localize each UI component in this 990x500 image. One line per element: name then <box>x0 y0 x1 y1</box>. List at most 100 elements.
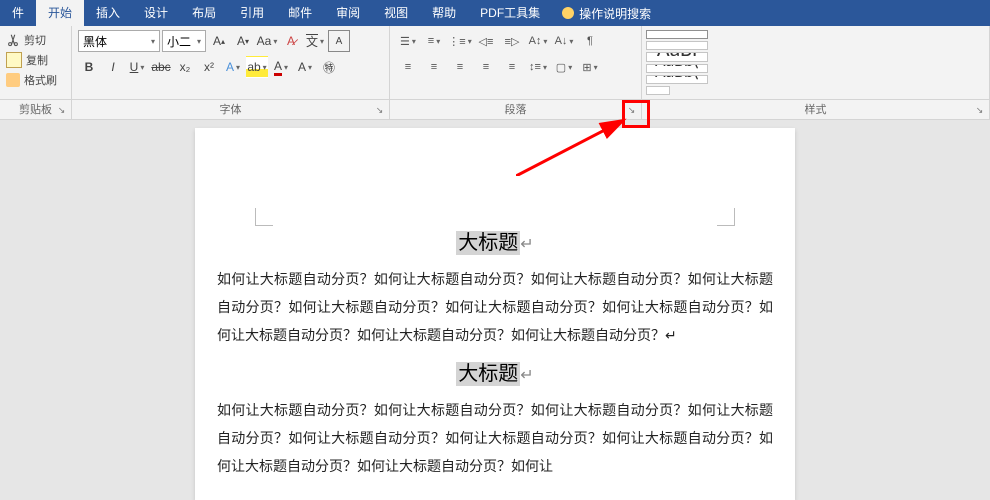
bold-button[interactable]: B <box>78 56 100 78</box>
numbering-button[interactable]: ≡ <box>422 30 446 52</box>
annotation-arrow <box>516 116 636 176</box>
distributed-button[interactable]: ≡ <box>500 56 524 78</box>
styles-group: AaBbCcD ↵正文 AaBbCcD ↵无间隔 AaBl 标题 1 AaBb(… <box>642 26 990 99</box>
document-page[interactable]: 大标题↵ 如何让大标题自动分页？如何让大标题自动分页？如何让大标题自动分页？如何… <box>195 128 795 500</box>
highlight-button[interactable]: ab <box>246 56 268 78</box>
tab-pdf-tools[interactable]: PDF工具集 <box>468 0 552 26</box>
font-size-select[interactable]: 小二 ▾ <box>162 30 206 52</box>
font-group: 黑体 ▾ 小二 ▾ A▴ A▾ Aa A̷ 文 A B I U abc x₂ x… <box>72 26 390 99</box>
tell-me-search[interactable]: 操作说明搜索 <box>552 5 661 22</box>
copy-button[interactable]: 复制 <box>6 50 65 70</box>
multilevel-list-button[interactable]: ⋮≡ <box>448 30 472 52</box>
align-left-button[interactable]: ≡ <box>396 56 420 78</box>
format-painter-button[interactable]: 格式刷 <box>6 70 65 90</box>
italic-button[interactable]: I <box>102 56 124 78</box>
font-family-value: 黑体 <box>83 33 107 50</box>
clipboard-group: 剪切 复制 格式刷 <box>0 26 72 99</box>
heading-1[interactable]: 大标题↵ <box>217 226 773 255</box>
ribbon-tabs: 件 开始 插入 设计 布局 引用 邮件 审阅 视图 帮助 PDF工具集 操作说明… <box>0 0 990 26</box>
tab-help[interactable]: 帮助 <box>420 0 468 26</box>
document-canvas[interactable]: 大标题↵ 如何让大标题自动分页？如何让大标题自动分页？如何让大标题自动分页？如何… <box>0 120 990 500</box>
lightbulb-icon <box>562 7 574 19</box>
show-marks-button[interactable]: ¶ <box>578 30 602 52</box>
justify-button[interactable]: ≡ <box>474 56 498 78</box>
tab-view[interactable]: 视图 <box>372 0 420 26</box>
style-sample: Aa <box>650 86 667 92</box>
decrease-indent-button[interactable]: ◁≡ <box>474 30 498 52</box>
style-sample: AaBbCcD <box>647 30 706 36</box>
shrink-font-button[interactable]: A▾ <box>232 30 254 52</box>
align-center-button[interactable]: ≡ <box>422 56 446 78</box>
styles-dialog-launcher[interactable]: ↘ <box>972 102 987 117</box>
margin-corner-icon <box>717 208 735 226</box>
clear-formatting-button[interactable]: A̷ <box>280 30 302 52</box>
style-title[interactable]: AaBb( 标题 <box>646 75 708 84</box>
tab-design[interactable]: 设计 <box>132 0 180 26</box>
tab-references[interactable]: 引用 <box>228 0 276 26</box>
underline-button[interactable]: U <box>126 56 148 78</box>
style-normal[interactable]: AaBbCcD ↵正文 <box>646 30 708 39</box>
clipboard-group-label: 剪贴板 ↘ <box>0 100 72 119</box>
scissors-icon <box>6 33 20 47</box>
tab-file[interactable]: 件 <box>0 0 36 26</box>
heading-text: 大标题 <box>456 362 520 386</box>
style-sample: AaBbCcD <box>647 41 706 47</box>
tab-insert[interactable]: 插入 <box>84 0 132 26</box>
copy-icon <box>6 52 22 68</box>
tab-mailings[interactable]: 邮件 <box>276 0 324 26</box>
phonetic-guide-button[interactable]: 文 <box>304 30 326 52</box>
align-right-button[interactable]: ≡ <box>448 56 472 78</box>
brush-icon <box>6 73 20 87</box>
change-case-button[interactable]: Aa <box>256 30 278 52</box>
clipboard-dialog-launcher[interactable]: ↘ <box>54 102 69 117</box>
borders-button[interactable]: ⊞ <box>578 56 602 78</box>
character-border-button[interactable]: A <box>328 30 350 52</box>
sort-button[interactable]: A↓ <box>552 30 576 52</box>
tell-me-label: 操作说明搜索 <box>579 5 651 22</box>
body-paragraph-1[interactable]: 如何让大标题自动分页？如何让大标题自动分页？如何让大标题自动分页？如何让大标题自… <box>217 265 773 349</box>
paragraph-group: ☰ ≡ ⋮≡ ◁≡ ≡▷ A↕ A↓ ¶ ≡ ≡ ≡ ≡ ≡ ↕≡ ▢ ⊞ <box>390 26 642 99</box>
chevron-down-icon: ▾ <box>151 37 155 46</box>
heading-2[interactable]: 大标题↵ <box>217 357 773 386</box>
font-color-button[interactable]: A <box>270 56 292 78</box>
style-label: 副 <box>653 93 663 95</box>
line-spacing-button[interactable]: ↕≡ <box>526 56 550 78</box>
font-family-select[interactable]: 黑体 ▾ <box>78 30 160 52</box>
style-no-spacing[interactable]: AaBbCcD ↵无间隔 <box>646 41 708 50</box>
style-label: ↵无间隔 <box>658 49 696 51</box>
tab-layout[interactable]: 布局 <box>180 0 228 26</box>
shading-button[interactable]: ▢ <box>552 56 576 78</box>
paragraph-mark-icon: ↵ <box>520 367 533 384</box>
chevron-down-icon: ▾ <box>197 37 201 46</box>
body-paragraph-2[interactable]: 如何让大标题自动分页？如何让大标题自动分页？如何让大标题自动分页？如何让大标题自… <box>217 396 773 480</box>
strikethrough-button[interactable]: abc <box>150 56 172 78</box>
enclose-character-button[interactable]: ㊕ <box>318 56 340 78</box>
tab-review[interactable]: 审阅 <box>324 0 372 26</box>
bullets-button[interactable]: ☰ <box>396 30 420 52</box>
cut-button[interactable]: 剪切 <box>6 30 65 50</box>
style-sample: AaBl <box>657 52 697 61</box>
style-sample: AaBb( <box>655 64 699 71</box>
subscript-button[interactable]: x₂ <box>174 56 196 78</box>
grow-font-button[interactable]: A▴ <box>208 30 230 52</box>
styles-group-label: 样式 ↘ <box>642 100 990 119</box>
paragraph-mark-icon: ↵ <box>520 236 533 253</box>
heading-text: 大标题 <box>456 231 520 255</box>
superscript-button[interactable]: x² <box>198 56 220 78</box>
margin-corner-icon <box>255 208 273 226</box>
format-painter-label: 格式刷 <box>24 72 57 88</box>
text-effects-button[interactable]: A <box>222 56 244 78</box>
character-shading-button[interactable]: A <box>294 56 316 78</box>
tab-home[interactable]: 开始 <box>36 0 84 26</box>
text-direction-button[interactable]: A↕ <box>526 30 550 52</box>
style-sample: AaBb( <box>655 75 699 82</box>
font-dialog-launcher[interactable]: ↘ <box>372 102 387 117</box>
group-labels: 剪贴板 ↘ 字体 ↘ 段落 ↘ 样式 ↘ <box>0 100 990 120</box>
increase-indent-button[interactable]: ≡▷ <box>500 30 524 52</box>
style-heading2[interactable]: AaBb( 标题 2 <box>646 64 708 73</box>
copy-label: 复制 <box>26 52 48 68</box>
font-group-label: 字体 ↘ <box>72 100 390 119</box>
annotation-highlight-box <box>622 100 650 128</box>
style-subtitle[interactable]: Aa 副 <box>646 86 670 95</box>
style-heading1[interactable]: AaBl 标题 1 <box>646 52 708 61</box>
